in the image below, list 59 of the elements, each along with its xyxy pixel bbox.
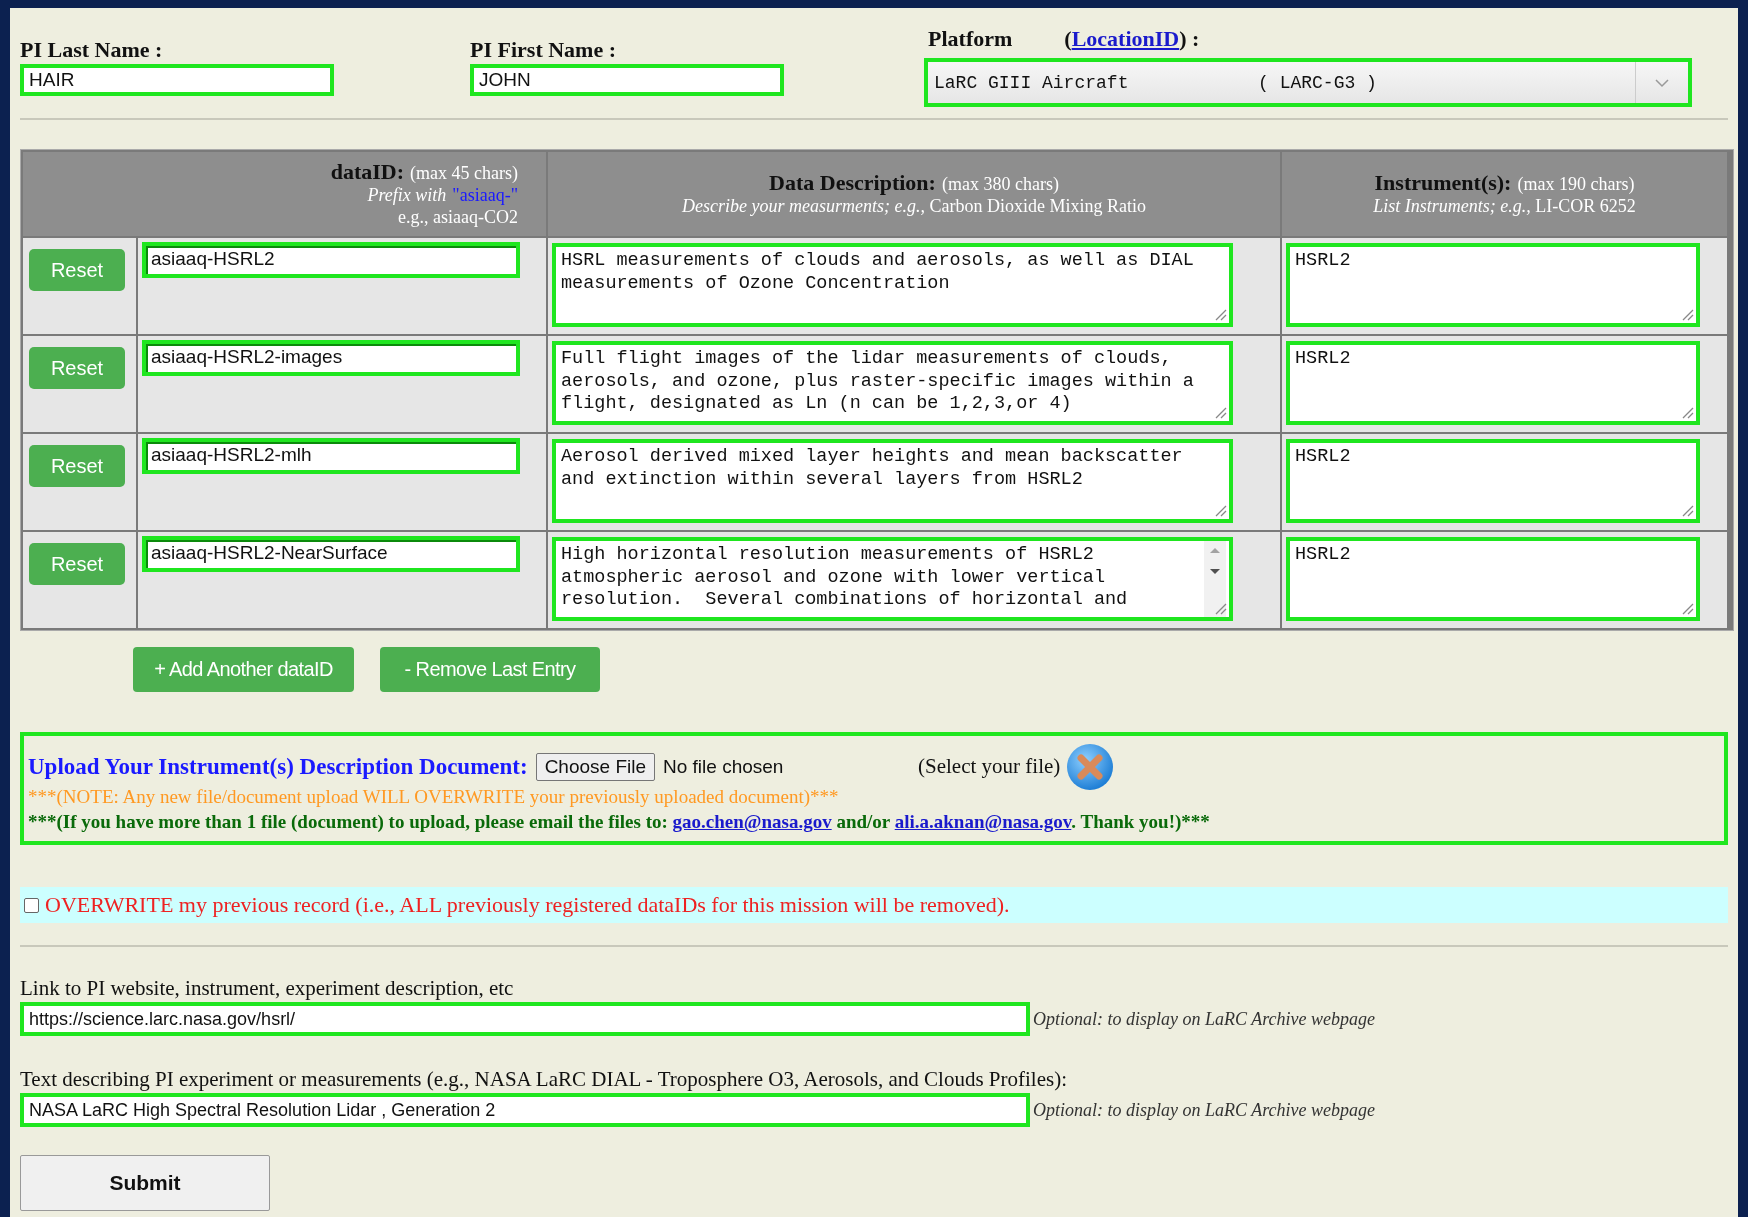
- field-label: Link to PI website, instrument, experiment description, etc: [20, 975, 515, 1001]
- instruments-field[interactable]: HSRL2: [1286, 439, 1700, 523]
- overwrite-label: OVERWRITE my previous record (i.e., ALL previously registered dataIDs for this mission will be removed).: [45, 892, 1010, 918]
- prefix-code: "asiaaq-": [452, 183, 518, 206]
- platform-select[interactable]: LaRC GIII Aircraft ( LARC-G3 ): [924, 58, 1692, 107]
- text-field[interactable]: https://science.larc.nasa.gov/hsrl/: [20, 1002, 1030, 1036]
- resize-grip[interactable]: [1213, 307, 1228, 322]
- field-label: Text describing PI experiment or measurements (e.g., NASA LaRC DIAL - Troposphere O3, Aerosols, and Clouds Profiles):: [20, 1066, 1069, 1092]
- instruments-field[interactable]: HSRL2: [1286, 537, 1700, 621]
- email-link[interactable]: gao.chen@nasa.gov: [672, 811, 832, 832]
- first-name-label: PI First Name :: [470, 36, 617, 64]
- example-text: e.g., asiaaq-CO2: [398, 205, 518, 228]
- resize-grip[interactable]: [1680, 405, 1695, 420]
- chevron-down-icon[interactable]: [1654, 76, 1670, 89]
- resize-grip[interactable]: [1213, 601, 1228, 616]
- submit-button[interactable]: Submit: [20, 1155, 270, 1211]
- clear-file-icon[interactable]: [1066, 742, 1115, 791]
- hint-text: List Instruments; e.g., LI-COR 6252: [1373, 195, 1636, 217]
- description-field[interactable]: Aerosol derived mixed layer heights and mean backscatter and extinction within several layers from HSRL2: [552, 439, 1233, 523]
- resize-grip[interactable]: [1680, 307, 1695, 322]
- data-id-field[interactable]: asiaaq-HSRL2-mlh: [142, 438, 520, 474]
- data-id-field[interactable]: asiaaq-HSRL2: [142, 242, 520, 278]
- description-field[interactable]: HSRL measurements of clouds and aerosols, as well as DIAL measurements of Ozone Concentration: [552, 243, 1233, 327]
- platform-label: Platform: [928, 26, 1013, 52]
- paren-text: ) :: [1179, 26, 1200, 52]
- hint-text: Prefix with: [367, 183, 447, 206]
- choose-file-button[interactable]: Choose File: [535, 752, 655, 781]
- email-link[interactable]: ali.a.aknan@nasa.gov: [894, 811, 1072, 832]
- overwrite-checkbox[interactable]: [24, 897, 39, 913]
- char-limit-text: (max 380 chars): [941, 172, 1059, 195]
- instruments-field[interactable]: HSRL2: [1286, 243, 1700, 327]
- data-id-field[interactable]: asiaaq-HSRL2-NearSurface: [142, 536, 520, 572]
- char-limit-text: (max 190 chars): [1517, 172, 1635, 195]
- resize-grip[interactable]: [1213, 405, 1228, 420]
- resize-grip[interactable]: [1680, 503, 1695, 518]
- instruments-field[interactable]: HSRL2: [1286, 341, 1700, 425]
- hint-text: Describe your measurments; e.g., Carbon Dioxide Mixing Ratio: [682, 195, 1146, 217]
- scrollbar[interactable]: [1204, 541, 1226, 617]
- optional-hint-text: Optional: to display on LaRC Archive webpage: [1033, 1099, 1375, 1121]
- char-limit-text: (max 45 chars): [410, 161, 518, 184]
- optional-hint-text: Optional: to display on LaRC Archive webpage: [1033, 1008, 1375, 1030]
- file-status-text: No file chosen: [663, 755, 785, 778]
- data-id-field[interactable]: asiaaq-HSRL2-images: [142, 340, 520, 376]
- overwrite-warning-text: ***(NOTE: Any new file/document upload WILL OVERWRITE your previously uploaded document)***: [28, 785, 840, 809]
- column-title: Data Description:: [769, 171, 936, 194]
- paren-text: (: [1064, 26, 1072, 52]
- description-field[interactable]: High horizontal resolution measurements of HSRL2 atmospheric aerosol and ozone with lower vertical resolution. Several combinations of horizontal and: [552, 537, 1233, 621]
- first-name-field[interactable]: JOHN: [470, 64, 784, 96]
- last-name-label: PI Last Name :: [20, 36, 164, 64]
- resize-grip[interactable]: [1680, 601, 1695, 616]
- column-title: dataID:: [330, 160, 405, 183]
- upload-title: Upload Your Instrument(s) Description Document:: [28, 753, 528, 780]
- select-hint-text: (Select your file): [918, 754, 1061, 779]
- last-name-field[interactable]: HAIR: [20, 64, 334, 96]
- resize-grip[interactable]: [1213, 503, 1228, 518]
- text-field[interactable]: NASA LaRC High Spectral Resolution Lidar , Generation 2: [20, 1093, 1030, 1127]
- column-title: Instrument(s):: [1374, 171, 1512, 194]
- email-note-text: ***(If you have more than 1 file (document) to upload, please email the files to: gao.chen@nasa.gov and/or ali.a.aknan@nasa.gov. Thank you!)***: [28, 810, 1211, 834]
- description-field[interactable]: Full flight images of the lidar measurements of clouds, aerosols, and ozone, plus raster-specific images within a flight, designated as Ln (n can be 1,2,3,or 4): [552, 341, 1233, 425]
